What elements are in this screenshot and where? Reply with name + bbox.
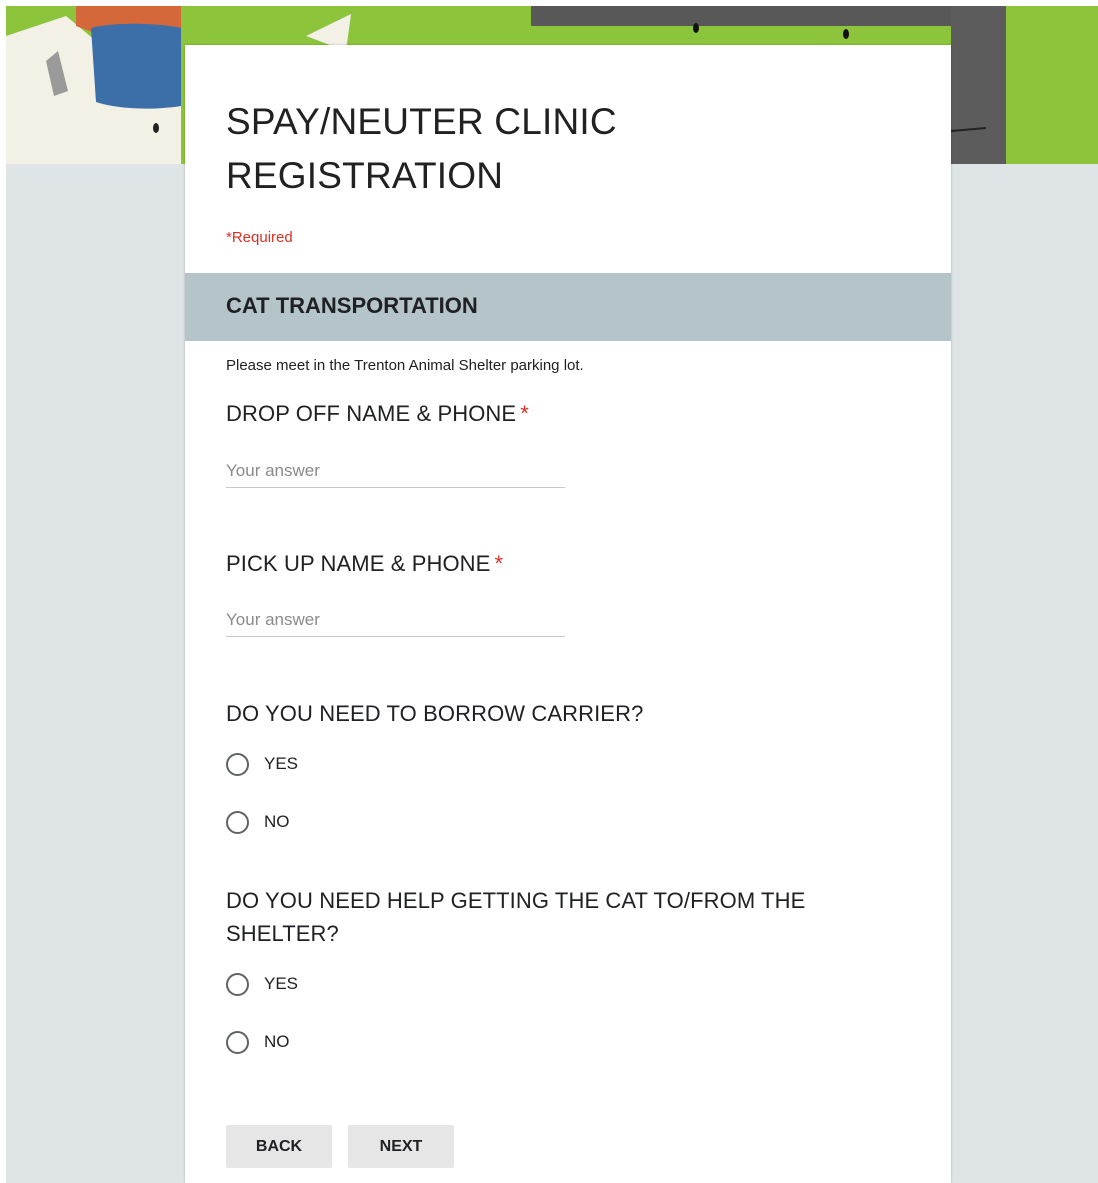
next-button[interactable]: NEXT (348, 1125, 454, 1168)
section-title: CAT TRANSPORTATION (226, 293, 478, 318)
section-description: Please meet in the Trenton Animal Shelte… (226, 357, 584, 374)
radio-label: YES (264, 974, 299, 993)
drop-off-name-phone-input[interactable] (226, 454, 565, 488)
radio-unselected-icon[interactable] (226, 810, 249, 834)
radio-label: NO (264, 812, 290, 831)
radio-borrow-carrier-yes[interactable]: YES (226, 750, 298, 778)
question-pick-up-label: PICK UP NAME & PHONE * (226, 547, 503, 580)
radio-label: YES (264, 754, 299, 773)
radio-unselected-icon[interactable] (226, 972, 249, 996)
radio-borrow-carrier-no[interactable]: NO (226, 808, 290, 836)
radio-transport-help-no[interactable]: NO (226, 1028, 290, 1056)
pick-up-name-phone-input[interactable] (226, 603, 565, 637)
back-button[interactable]: BACK (226, 1125, 332, 1168)
required-asterisk: * (520, 401, 529, 426)
form-card: SPAY/NEUTER CLINIC REGISTRATION *Require… (185, 45, 951, 1183)
form-title: SPAY/NEUTER CLINIC REGISTRATION (226, 101, 617, 196)
radio-transport-help-yes[interactable]: YES (226, 970, 298, 998)
radio-unselected-icon[interactable] (226, 752, 249, 776)
required-note: *Required (226, 229, 293, 246)
radio-unselected-icon[interactable] (226, 1030, 249, 1054)
required-asterisk: * (494, 551, 504, 576)
question-borrow-carrier-label: DO YOU NEED TO BORROW CARRIER? (226, 701, 644, 726)
section-header: CAT TRANSPORTATION (185, 273, 951, 341)
page: SPAY/NEUTER CLINIC REGISTRATION *Require… (0, 0, 1098, 1183)
question-text: PICK UP NAME & PHONE (226, 551, 491, 576)
radio-label: NO (264, 1032, 290, 1051)
question-text: DROP OFF NAME & PHONE (226, 401, 517, 426)
question-drop-off-label: DROP OFF NAME & PHONE * (226, 397, 529, 430)
question-transport-help-label: DO YOU NEED HELP GETTING THE CAT TO/FROM… (226, 888, 806, 946)
